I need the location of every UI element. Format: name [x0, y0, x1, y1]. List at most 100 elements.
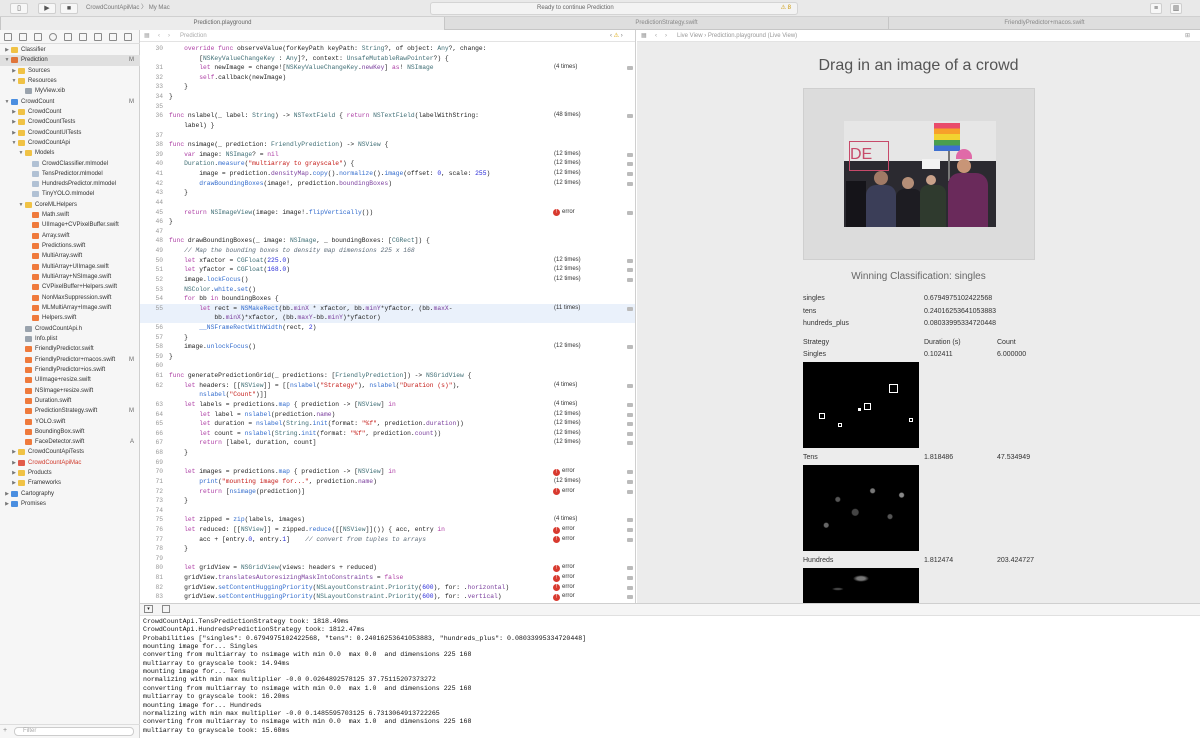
quick-look-icon[interactable] [627, 66, 633, 71]
folder-icon[interactable] [4, 33, 12, 41]
error-icon[interactable]: ! [553, 536, 560, 544]
code-line[interactable]: 56 __NSFrameRectWithWidth(rect, 2) [140, 323, 635, 333]
disclosure-closed-icon[interactable]: ▶ [11, 128, 17, 138]
disclosure-closed-icon[interactable]: ▶ [4, 45, 10, 55]
code-line[interactable]: 58 image.unlockFocus() (12 times) [140, 342, 635, 352]
nav-item[interactable]: UIImage+CVPixelBuffer.swift [0, 220, 140, 230]
quick-look-icon[interactable] [627, 383, 633, 388]
nav-item[interactable]: FaceDetector.swift A [0, 437, 140, 447]
code-line[interactable]: 70 let images = predictions.map { predic… [140, 467, 635, 477]
add-editor-icon[interactable]: ⊞ [1185, 30, 1190, 42]
nav-item[interactable]: ▶ Classifier [0, 45, 140, 55]
code-line[interactable]: 43 } [140, 188, 635, 198]
error-icon[interactable]: ! [553, 468, 560, 476]
nav-item[interactable]: ▶ Frameworks [0, 478, 140, 488]
code-line[interactable]: [NSKeyValueChangeKey : Any]?, context: U… [140, 54, 635, 64]
nav-item[interactable]: TensPredictor.mlmodel [0, 169, 140, 179]
code-line[interactable]: nslabel("Count")]] [140, 390, 635, 400]
related-items-icon[interactable]: ▦ [641, 30, 647, 42]
nav-item[interactable]: MultiArray+NSImage.swift [0, 272, 140, 282]
code-line[interactable]: 76 let reduced: [[NSView]] = zipped.redu… [140, 525, 635, 535]
quick-look-icon[interactable] [627, 576, 633, 581]
code-line[interactable]: 61 func generatePredictionGrid(_ predicti… [140, 371, 635, 381]
nav-item[interactable]: Array.swift [0, 231, 140, 241]
nav-item[interactable]: ▼ Resources [0, 76, 140, 86]
nav-item[interactable]: Math.swift [0, 210, 140, 220]
quick-look-icon[interactable] [627, 422, 633, 427]
quick-look-icon[interactable] [627, 431, 633, 436]
code-line[interactable]: 63 let labels = predictions.map { predic… [140, 400, 635, 410]
tab-prediction-strategy[interactable]: PredictionStrategy.swift [444, 17, 888, 30]
nav-item[interactable]: ▼ CoreMLHelpers [0, 200, 140, 210]
debug-icon[interactable] [94, 33, 102, 41]
jumpbar-file[interactable]: Prediction [180, 30, 207, 42]
add-icon[interactable]: + [3, 727, 7, 734]
disclosure-closed-icon[interactable]: ▶ [11, 468, 17, 478]
disclosure-open-icon[interactable]: ▼ [4, 97, 10, 107]
nav-item[interactable]: PredictionStrategy.swift M [0, 406, 140, 416]
code-line[interactable]: 30 override func observeValue(forKeyPath… [140, 44, 635, 54]
nav-item[interactable]: CrowdCountApi.h [0, 324, 140, 334]
source-control-icon[interactable] [19, 33, 27, 41]
quick-look-icon[interactable] [627, 277, 633, 282]
code-line[interactable]: 80 let gridView = NSGridView(views: head… [140, 563, 635, 573]
back-icon[interactable]: ‹ [158, 30, 160, 42]
code-line[interactable]: 71 print("mounting image for...", predic… [140, 477, 635, 487]
disclosure-closed-icon[interactable]: ▶ [11, 447, 17, 457]
filter-input[interactable]: Filter [14, 727, 134, 736]
jumpbar-nav-icon[interactable]: ‹ ⚠ › [610, 30, 623, 42]
nav-item[interactable]: ▼ CrowdCount M [0, 97, 140, 107]
code-line[interactable]: 81 gridView.translatesAutoresizingMaskIn… [140, 573, 635, 583]
quick-look-icon[interactable] [627, 258, 633, 263]
quick-look-icon[interactable] [627, 489, 633, 494]
nav-item[interactable]: FriendlyPredictor+ios.swift [0, 365, 140, 375]
nav-item[interactable]: MultiArray+UIImage.swift [0, 262, 140, 272]
disclosure-closed-icon[interactable]: ▶ [11, 117, 17, 127]
nav-item[interactable]: ▶ Promises [0, 499, 140, 509]
disclosure-open-icon[interactable]: ▼ [11, 76, 17, 86]
error-icon[interactable]: ! [553, 584, 560, 592]
nav-item[interactable]: UIImage+resize.swift [0, 375, 140, 385]
tab-friendly-predictor-macos[interactable]: FriendlyPredictor+macos.swift [888, 17, 1200, 30]
forward-icon[interactable]: › [665, 30, 667, 42]
code-line[interactable]: 52 image.lockFocus() (12 times) [140, 275, 635, 285]
code-line[interactable]: 82 gridView.setContentHuggingPriority(NS… [140, 583, 635, 593]
error-icon[interactable]: ! [553, 593, 560, 601]
quick-look-icon[interactable] [627, 412, 633, 417]
quick-look-icon[interactable] [627, 306, 633, 311]
quick-look-icon[interactable] [627, 537, 633, 542]
code-line[interactable]: 59} [140, 352, 635, 362]
code-line[interactable]: 37 [140, 131, 635, 141]
code-line[interactable]: 67 return [label, duration, count] (12 ti… [140, 438, 635, 448]
nav-item[interactable]: MLMultiArray+Image.swift [0, 303, 140, 313]
warning-count[interactable]: ⚠ 8 [781, 3, 791, 14]
editor-mode-icon[interactable]: ≡ [1150, 3, 1162, 14]
nav-item[interactable]: ▶ Cartography [0, 489, 140, 499]
nav-item[interactable]: FriendlyPredictor.swift [0, 344, 140, 354]
search-icon[interactable] [49, 33, 57, 41]
code-line[interactable]: 65 let duration = nslabel(String.init(fo… [140, 419, 635, 429]
nav-item[interactable]: CrowdClassifier.mlmodel [0, 159, 140, 169]
code-line[interactable]: 44 [140, 198, 635, 208]
symbol-icon[interactable] [34, 33, 42, 41]
error-icon[interactable]: ! [553, 574, 560, 582]
code-line[interactable]: 31 let newImage = change![NSKeyValueChan… [140, 63, 635, 73]
nav-item[interactable]: ▶ CrowdCountUITests [0, 128, 140, 138]
code-line[interactable]: label) } [140, 121, 635, 131]
stop-button[interactable]: ■ [60, 3, 78, 14]
code-line[interactable]: 35 [140, 102, 635, 112]
image-drop-area[interactable]: DE [803, 88, 1035, 260]
related-items-icon[interactable]: ▦ [144, 30, 150, 42]
code-line[interactable]: 53 NSColor.white.set() [140, 285, 635, 295]
code-line[interactable]: 36 func nslabel(_ label: String) -> NSTex… [140, 111, 635, 121]
code-line[interactable]: 41 image = prediction.densityMap.copy().… [140, 169, 635, 179]
nav-item[interactable]: Helpers.swift [0, 313, 140, 323]
disclosure-closed-icon[interactable]: ▶ [11, 107, 17, 117]
quick-look-icon[interactable] [627, 518, 633, 523]
nav-item[interactable]: TinyYOLO.mlmodel [0, 189, 140, 199]
tab-prediction-playground[interactable]: Prediction.playground [0, 17, 444, 30]
code-line[interactable]: 47 [140, 227, 635, 237]
hide-debug-icon[interactable]: ▾ [144, 605, 153, 613]
code-line[interactable]: 69 [140, 458, 635, 468]
quick-look-icon[interactable] [627, 172, 633, 177]
